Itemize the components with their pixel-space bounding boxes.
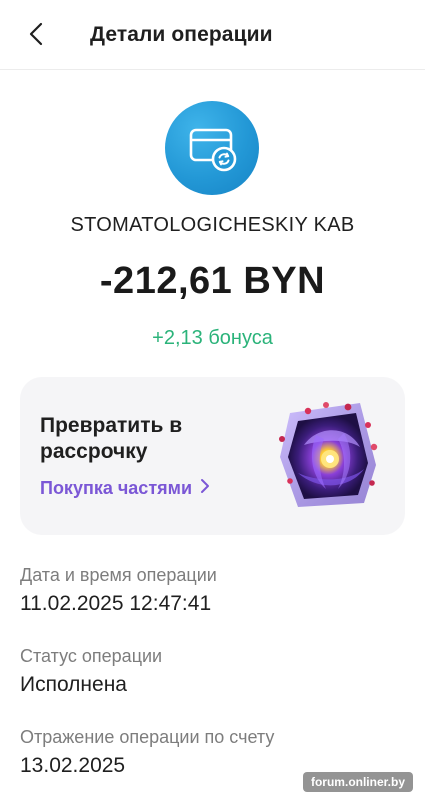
card-refresh-icon [165,101,259,195]
operation-amount: -212,61 BYN [99,260,326,302]
installment-card[interactable]: Превратить в рассрочку Покупка частями [20,377,405,535]
back-button[interactable] [18,18,54,54]
top-app-bar: Детали операции [0,0,425,70]
chevron-left-icon [27,21,45,52]
detail-value-posting-date: 13.02.2025 [20,754,126,777]
crystal-cube-illustration [268,395,388,515]
detail-value-status: Исполнена [20,673,127,696]
detail-label-posting-date: Отражение операции по счету [20,727,275,747]
bonus-amount: +2,13 бонуса [152,327,273,349]
watermark: forum.onliner.by [302,772,413,792]
detail-label-status: Статус операции [20,646,163,666]
merchant-name: STOMATOLOGICHESKIY KAB [70,214,355,236]
operation-details-screen: Детали операции STOMATOLOGICHESKIY KAB -… [0,0,425,800]
chevron-right-icon [200,478,210,499]
installment-link[interactable]: Покупка частями [40,478,210,499]
page-title: Детали операции [90,23,273,46]
installment-card-title: Превратить в рассрочку [40,414,183,463]
installment-link-label: Покупка частями [40,478,193,498]
detail-value-datetime: 11.02.2025 12:47:41 [20,592,212,615]
detail-label-datetime: Дата и время операции [20,565,217,585]
